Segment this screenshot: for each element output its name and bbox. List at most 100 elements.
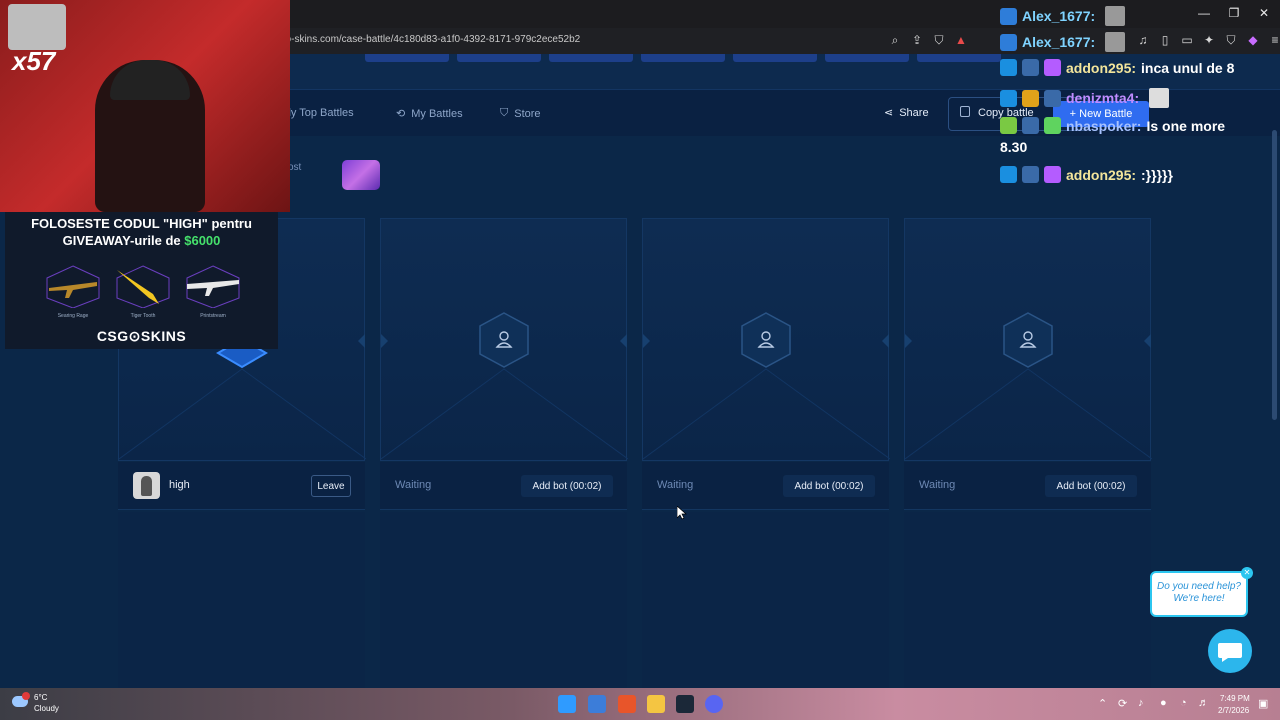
chat-user: Alex_1677:: [1022, 8, 1096, 24]
discord-icon[interactable]: [705, 695, 723, 713]
gun-label: Searing Rage: [57, 313, 89, 319]
chat-text: inca unul de 8: [1141, 59, 1235, 76]
player-name: high: [169, 479, 190, 491]
player-footer-4: Waiting Add bot (00:02): [904, 462, 1151, 510]
nav-daily-top-battles[interactable]: ily Top Battles: [286, 107, 354, 119]
close-icon[interactable]: ✕: [1241, 567, 1253, 579]
wifi-icon[interactable]: ◔: [1180, 697, 1187, 709]
share-page-icon[interactable]: ⇪: [910, 33, 924, 47]
promo-line-1: FOLOSESTE CODUL "HIGH" pentru: [31, 216, 252, 231]
slot-divider-arrow: [381, 334, 388, 348]
rifle-skin-image: [46, 265, 100, 308]
help-bubble[interactable]: Do you need help? We're here!: [1150, 571, 1248, 617]
sidebar-icon[interactable]: ▯: [1158, 33, 1172, 47]
brave-shield-icon[interactable]: ⛉: [932, 33, 946, 47]
live-chat-button[interactable]: [1208, 629, 1252, 673]
chat-emote: [1105, 6, 1126, 26]
add-bot-button[interactable]: Add bot (00:02): [783, 475, 875, 497]
chat-emote: [1149, 88, 1170, 108]
clock-time[interactable]: 7:49 PM: [1220, 694, 1250, 703]
mic-icon[interactable]: ●: [1160, 697, 1167, 709]
music-icon[interactable]: ♫: [1136, 33, 1150, 47]
top-nav-tab[interactable]: [733, 54, 817, 62]
chat-badge-icon: [1000, 7, 1017, 25]
task-view-icon[interactable]: [588, 695, 606, 713]
wallet-icon[interactable]: ▭: [1180, 33, 1194, 47]
player-footer-1: high Leave: [118, 462, 365, 510]
minimize-icon[interactable]: —: [1196, 6, 1212, 20]
network-icon[interactable]: ⟳: [1118, 697, 1127, 710]
history-icon: ⟲: [396, 108, 406, 120]
drops-column-3: [642, 512, 889, 688]
drops-column-1: [118, 512, 365, 688]
restore-icon[interactable]: ❐: [1226, 6, 1242, 20]
promo-line-2-text: GIVEAWAY-urile de: [62, 233, 185, 248]
top-nav-tab[interactable]: [917, 54, 1001, 62]
nav-store[interactable]: ⛉ Store: [500, 107, 541, 120]
brave-browser-icon[interactable]: [618, 695, 636, 713]
share-button[interactable]: ⋖ Share: [884, 106, 929, 120]
chat-user: nbaspoker:: [1066, 117, 1142, 134]
gun-label: Printstream: [200, 313, 226, 319]
gift-badge-icon: [1044, 117, 1061, 134]
chat-text: :}}}}}: [1141, 166, 1173, 183]
page-scrollbar[interactable]: [1272, 130, 1277, 420]
player-footer-2: Waiting Add bot (00:02): [380, 462, 627, 510]
top-nav-tab[interactable]: [825, 54, 909, 62]
chat-message: denizmta4:: [1000, 88, 1170, 108]
chat-message: Alex_1677:: [1000, 6, 1126, 26]
extensions-icon[interactable]: ✦: [1202, 33, 1216, 47]
zoom-icon[interactable]: ⌕: [888, 33, 902, 47]
brave-rewards-icon[interactable]: ▲: [954, 33, 968, 47]
steam-icon[interactable]: [676, 695, 694, 713]
tray-overflow-icon[interactable]: ⌃: [1098, 697, 1107, 710]
file-explorer-icon[interactable]: [647, 695, 665, 713]
top-nav-tab[interactable]: [365, 54, 449, 62]
top-nav-tab[interactable]: [641, 54, 725, 62]
speaker-icon[interactable]: ♪: [1138, 697, 1144, 709]
waiting-label: Waiting: [657, 479, 694, 491]
chat-badge-icon: [1044, 89, 1061, 107]
chat-badge-icon: [1022, 117, 1039, 134]
chat-message: addon295: :}}}}}: [1000, 166, 1173, 183]
case-image[interactable]: [342, 160, 380, 190]
add-bot-button[interactable]: Add bot (00:02): [521, 475, 613, 497]
promo-overlay: FOLOSESTE CODUL "HIGH" pentru GIVEAWAY-u…: [5, 212, 278, 349]
nav-my-battles[interactable]: ⟲ My Battles: [396, 107, 463, 121]
chat-emote: [1105, 32, 1126, 52]
help-text: We're here!: [1173, 593, 1225, 604]
volume-icon[interactable]: ♬: [1198, 697, 1209, 709]
slot-divider-arrow: [620, 334, 627, 348]
share-label: Share: [899, 106, 929, 119]
chat-message: addon295: inca unul de 8: [1000, 59, 1234, 76]
cost-label: ost: [288, 162, 302, 173]
moderator-badge-icon: [1000, 59, 1017, 76]
clock-date[interactable]: 2/7/2026: [1218, 706, 1249, 715]
leo-icon[interactable]: ◆: [1246, 33, 1260, 47]
brand-logo: CSG⊙SKINS: [96, 328, 187, 344]
drops-column-4: [904, 512, 1151, 688]
vpn-icon[interactable]: ⛉: [1224, 33, 1238, 47]
start-icon[interactable]: [558, 695, 576, 713]
top-nav-tab[interactable]: [549, 54, 633, 62]
chat-icon: [1218, 643, 1242, 662]
chat-badge-icon: [1000, 117, 1017, 134]
gift-badge-icon: [1044, 59, 1061, 76]
share-icon: ⋖: [884, 107, 894, 119]
chat-text: Is one more: [1146, 117, 1226, 134]
notifications-icon[interactable]: ▣: [1258, 697, 1268, 710]
nav-label: My Battles: [411, 107, 463, 120]
leave-button[interactable]: Leave: [311, 475, 351, 497]
weather-desc: Cloudy: [34, 704, 59, 713]
address-bar[interactable]: go-skins.com/case-battle/4c180d83-a1f0-4…: [280, 30, 980, 50]
multiplier-badge: x57: [12, 46, 56, 76]
empty-player-icon: [741, 312, 791, 368]
menu-icon[interactable]: ≡: [1268, 33, 1280, 47]
close-icon[interactable]: ✕: [1256, 6, 1272, 20]
chat-badge-icon: [1022, 59, 1039, 76]
add-bot-button[interactable]: Add bot (00:02): [1045, 475, 1137, 497]
copy-icon: [960, 106, 970, 117]
player-slot-2: [380, 218, 628, 461]
avatar: [133, 472, 160, 499]
top-nav-tab[interactable]: [457, 54, 541, 62]
